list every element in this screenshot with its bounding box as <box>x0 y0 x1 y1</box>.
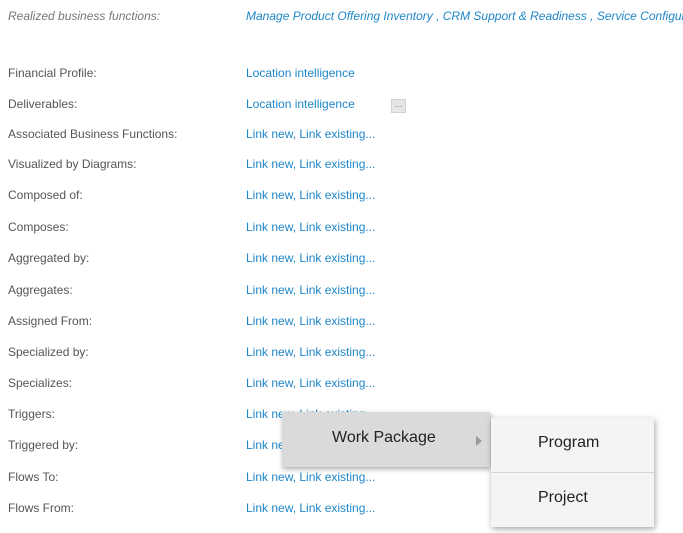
property-label: Specialized by: <box>8 345 89 359</box>
property-label: Triggered by: <box>8 438 79 452</box>
property-label: Flows To: <box>8 470 59 484</box>
link-new-existing[interactable]: Link new, Link existing... <box>246 127 375 141</box>
menu-item-work-package[interactable]: Work Package <box>282 412 490 467</box>
property-row-assigned-from: Assigned From: Link new, Link existing..… <box>8 310 683 332</box>
property-label: Assigned From: <box>8 314 93 328</box>
realized-business-functions-row: Realized business functions: Manage Prod… <box>8 6 683 26</box>
property-label: Specializes: <box>8 376 73 390</box>
property-row-specializes: Specializes: Link new, Link existing... <box>8 372 683 394</box>
property-row-composes: Composes: Link new, Link existing... <box>8 216 683 238</box>
work-package-submenu: Program Project <box>491 418 654 527</box>
link-new-existing[interactable]: Link new, Link existing... <box>246 376 375 390</box>
property-label: Composed of: <box>8 188 83 202</box>
realized-business-functions-label: Realized business functions: <box>8 9 161 23</box>
property-link[interactable]: Location intelligence <box>246 97 355 111</box>
link-new-existing[interactable]: Link new, Link existing... <box>246 345 375 359</box>
property-label: Financial Profile: <box>8 66 97 80</box>
property-label: Aggregated by: <box>8 251 90 265</box>
link-new-existing[interactable]: Link new, Link existing... <box>246 470 375 484</box>
property-label: Deliverables: <box>8 97 78 111</box>
property-row-deliverables: Deliverables: Location intelligence ... <box>8 93 683 115</box>
more-button[interactable]: ... <box>391 99 406 113</box>
link-new-existing[interactable]: Link new, Link existing... <box>246 314 375 328</box>
submenu-item-program[interactable]: Program <box>491 418 654 472</box>
property-label: Triggers: <box>8 407 55 421</box>
property-label: Associated Business Functions: <box>8 127 178 141</box>
property-row-specialized-by: Specialized by: Link new, Link existing.… <box>8 341 683 363</box>
property-row-associated-business-functions: Associated Business Functions: Link new,… <box>8 123 683 145</box>
property-label: Composes: <box>8 220 69 234</box>
property-row-visualized-by-diagrams: Visualized by Diagrams: Link new, Link e… <box>8 153 683 175</box>
property-row-composed-of: Composed of: Link new, Link existing... <box>8 184 683 206</box>
link-new-existing[interactable]: Link new, Link existing... <box>246 251 375 265</box>
property-label: Visualized by Diagrams: <box>8 157 137 171</box>
link-new-existing[interactable]: Link new, Link existing... <box>246 283 375 297</box>
property-row-aggregated-by: Aggregated by: Link new, Link existing..… <box>8 247 683 269</box>
link-new-existing[interactable]: Link new, Link existing... <box>246 188 375 202</box>
realized-business-functions-links[interactable]: Manage Product Offering Inventory , CRM … <box>246 9 683 23</box>
chevron-right-icon <box>476 436 482 446</box>
submenu-item-project[interactable]: Project <box>491 473 654 527</box>
menu-item-label: Work Package <box>332 429 436 446</box>
submenu-item-label: Program <box>538 434 600 451</box>
submenu-item-label: Project <box>538 489 588 506</box>
link-new-existing[interactable]: Link new, Link existing... <box>246 501 375 515</box>
context-menu: Work Package <box>282 412 490 467</box>
property-row-aggregates: Aggregates: Link new, Link existing... <box>8 279 683 301</box>
property-label: Flows From: <box>8 501 74 515</box>
link-new-existing[interactable]: Link new, Link existing... <box>246 220 375 234</box>
link-new-existing[interactable]: Link new, Link existing... <box>246 157 375 171</box>
property-row-financial-profile: Financial Profile: Location intelligence <box>8 62 683 84</box>
property-label: Aggregates: <box>8 283 73 297</box>
property-link[interactable]: Location intelligence <box>246 66 355 80</box>
